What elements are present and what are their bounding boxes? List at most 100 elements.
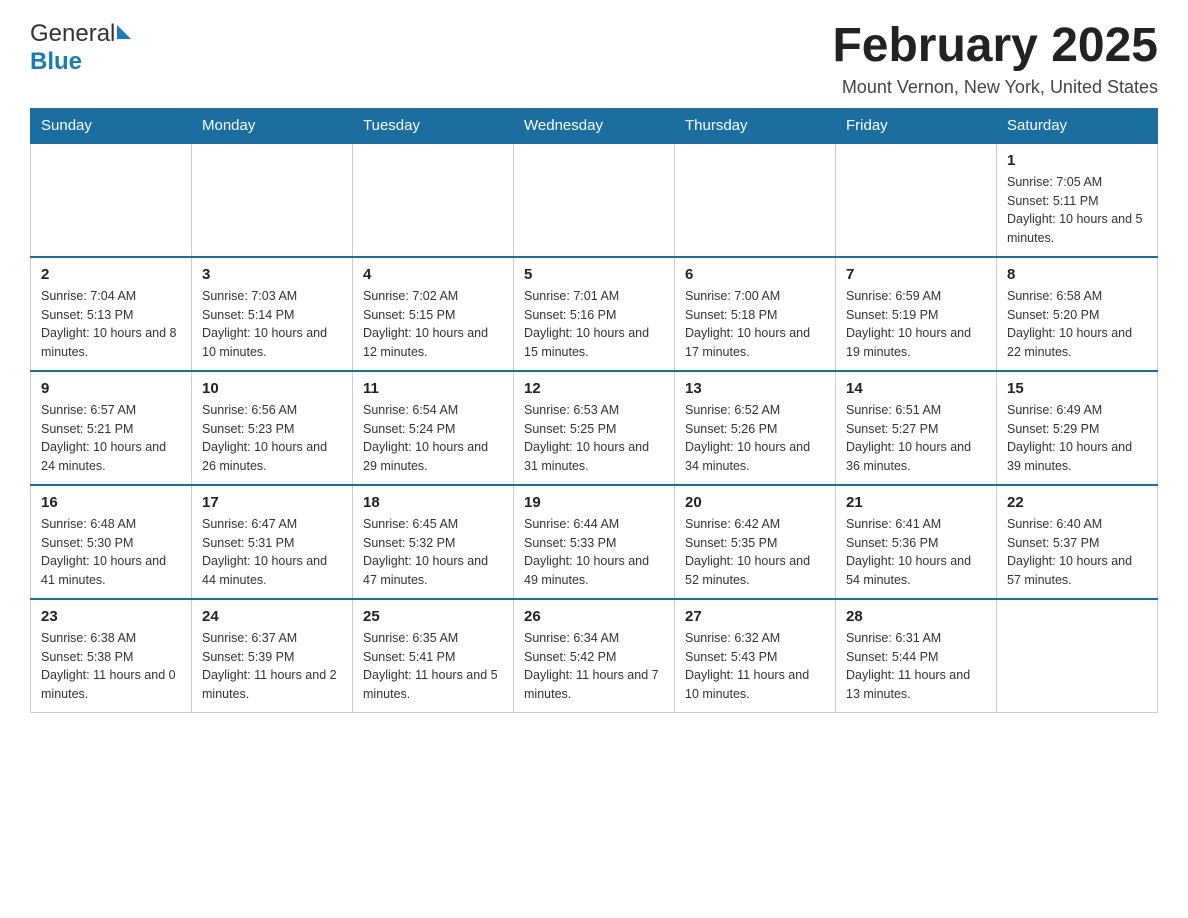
day-number: 16 bbox=[41, 494, 181, 511]
calendar-cell bbox=[836, 143, 997, 257]
calendar-cell: 12 Sunrise: 6:53 AMSunset: 5:25 PMDayligh… bbox=[514, 371, 675, 485]
calendar-cell: 2 Sunrise: 7:04 AMSunset: 5:13 PMDaylight… bbox=[31, 257, 192, 371]
day-info: Sunrise: 6:38 AMSunset: 5:38 PMDaylight:… bbox=[41, 629, 181, 704]
calendar-cell: 9 Sunrise: 6:57 AMSunset: 5:21 PMDaylight… bbox=[31, 371, 192, 485]
col-friday: Friday bbox=[836, 108, 997, 143]
day-info: Sunrise: 6:57 AMSunset: 5:21 PMDaylight:… bbox=[41, 401, 181, 476]
day-info: Sunrise: 6:58 AMSunset: 5:20 PMDaylight:… bbox=[1007, 287, 1147, 362]
calendar-cell: 21 Sunrise: 6:41 AMSunset: 5:36 PMDayligh… bbox=[836, 485, 997, 599]
day-info: Sunrise: 6:37 AMSunset: 5:39 PMDaylight:… bbox=[202, 629, 342, 704]
day-info: Sunrise: 6:56 AMSunset: 5:23 PMDaylight:… bbox=[202, 401, 342, 476]
calendar-cell: 19Sunrise: 6:44 AMSunset: 5:33 PMDayligh… bbox=[514, 485, 675, 599]
calendar-cell: 25 Sunrise: 6:35 AMSunset: 5:41 PMDayligh… bbox=[353, 599, 514, 713]
calendar-cell: 20 Sunrise: 6:42 AMSunset: 5:35 PMDayligh… bbox=[675, 485, 836, 599]
day-number: 11 bbox=[363, 380, 503, 397]
calendar-cell: 13 Sunrise: 6:52 AMSunset: 5:26 PMDayligh… bbox=[675, 371, 836, 485]
day-number: 9 bbox=[41, 380, 181, 397]
day-info: Sunrise: 6:42 AMSunset: 5:35 PMDaylight:… bbox=[685, 515, 825, 590]
day-info: Sunrise: 7:00 AMSunset: 5:18 PMDaylight:… bbox=[685, 287, 825, 362]
calendar-cell: 26Sunrise: 6:34 AMSunset: 5:42 PMDayligh… bbox=[514, 599, 675, 713]
col-sunday: Sunday bbox=[31, 108, 192, 143]
day-number: 18 bbox=[363, 494, 503, 511]
col-saturday: Saturday bbox=[997, 108, 1158, 143]
calendar-cell bbox=[31, 143, 192, 257]
month-title: February 2025 bbox=[832, 20, 1158, 73]
day-number: 28 bbox=[846, 608, 986, 625]
day-info: Sunrise: 6:54 AMSunset: 5:24 PMDaylight:… bbox=[363, 401, 503, 476]
calendar-cell bbox=[353, 143, 514, 257]
day-number: 4 bbox=[363, 266, 503, 283]
calendar-week-row: 1 Sunrise: 7:05 AMSunset: 5:11 PMDaylight… bbox=[31, 143, 1158, 257]
calendar-cell: 8 Sunrise: 6:58 AMSunset: 5:20 PMDaylight… bbox=[997, 257, 1158, 371]
day-number: 13 bbox=[685, 380, 825, 397]
day-number: 23 bbox=[41, 608, 181, 625]
col-tuesday: Tuesday bbox=[353, 108, 514, 143]
day-info: Sunrise: 7:04 AMSunset: 5:13 PMDaylight:… bbox=[41, 287, 181, 362]
calendar-cell: 3Sunrise: 7:03 AMSunset: 5:14 PMDaylight… bbox=[192, 257, 353, 371]
title-section: February 2025 Mount Vernon, New York, Un… bbox=[832, 20, 1158, 98]
calendar-cell bbox=[514, 143, 675, 257]
calendar-cell: 1 Sunrise: 7:05 AMSunset: 5:11 PMDaylight… bbox=[997, 143, 1158, 257]
calendar-cell: 28 Sunrise: 6:31 AMSunset: 5:44 PMDayligh… bbox=[836, 599, 997, 713]
day-info: Sunrise: 7:02 AMSunset: 5:15 PMDaylight:… bbox=[363, 287, 503, 362]
calendar-cell: 5 Sunrise: 7:01 AMSunset: 5:16 PMDaylight… bbox=[514, 257, 675, 371]
day-number: 7 bbox=[846, 266, 986, 283]
calendar-cell: 4 Sunrise: 7:02 AMSunset: 5:15 PMDaylight… bbox=[353, 257, 514, 371]
day-info: Sunrise: 6:48 AMSunset: 5:30 PMDaylight:… bbox=[41, 515, 181, 590]
logo-blue: Blue bbox=[30, 48, 82, 75]
calendar-cell bbox=[192, 143, 353, 257]
day-info: Sunrise: 6:45 AMSunset: 5:32 PMDaylight:… bbox=[363, 515, 503, 590]
day-info: Sunrise: 7:01 AMSunset: 5:16 PMDaylight:… bbox=[524, 287, 664, 362]
calendar-cell: 23 Sunrise: 6:38 AMSunset: 5:38 PMDayligh… bbox=[31, 599, 192, 713]
day-number: 27 bbox=[685, 608, 825, 625]
day-number: 25 bbox=[363, 608, 503, 625]
day-number: 14 bbox=[846, 380, 986, 397]
day-number: 6 bbox=[685, 266, 825, 283]
calendar-week-row: 23 Sunrise: 6:38 AMSunset: 5:38 PMDayligh… bbox=[31, 599, 1158, 713]
day-info: Sunrise: 6:47 AMSunset: 5:31 PMDaylight:… bbox=[202, 515, 342, 590]
day-number: 21 bbox=[846, 494, 986, 511]
day-info: Sunrise: 6:32 AMSunset: 5:43 PMDaylight:… bbox=[685, 629, 825, 704]
day-number: 24 bbox=[202, 608, 342, 625]
day-info: Sunrise: 7:05 AMSunset: 5:11 PMDaylight:… bbox=[1007, 173, 1147, 248]
day-number: 3 bbox=[202, 266, 342, 283]
day-number: 22 bbox=[1007, 494, 1147, 511]
day-number: 8 bbox=[1007, 266, 1147, 283]
calendar-header-row: Sunday Monday Tuesday Wednesday Thursday… bbox=[31, 108, 1158, 143]
calendar-cell: 10 Sunrise: 6:56 AMSunset: 5:23 PMDayligh… bbox=[192, 371, 353, 485]
day-info: Sunrise: 6:31 AMSunset: 5:44 PMDaylight:… bbox=[846, 629, 986, 704]
calendar-week-row: 2 Sunrise: 7:04 AMSunset: 5:13 PMDaylight… bbox=[31, 257, 1158, 371]
logo-general: General bbox=[30, 20, 115, 48]
logo: General Blue bbox=[30, 20, 131, 76]
day-number: 1 bbox=[1007, 152, 1147, 169]
day-info: Sunrise: 6:35 AMSunset: 5:41 PMDaylight:… bbox=[363, 629, 503, 704]
calendar-cell: 27 Sunrise: 6:32 AMSunset: 5:43 PMDayligh… bbox=[675, 599, 836, 713]
calendar-cell: 11 Sunrise: 6:54 AMSunset: 5:24 PMDayligh… bbox=[353, 371, 514, 485]
col-monday: Monday bbox=[192, 108, 353, 143]
calendar-cell: 18 Sunrise: 6:45 AMSunset: 5:32 PMDayligh… bbox=[353, 485, 514, 599]
calendar-cell: 24 Sunrise: 6:37 AMSunset: 5:39 PMDayligh… bbox=[192, 599, 353, 713]
day-number: 17 bbox=[202, 494, 342, 511]
day-info: Sunrise: 6:40 AMSunset: 5:37 PMDaylight:… bbox=[1007, 515, 1147, 590]
calendar-cell: 14 Sunrise: 6:51 AMSunset: 5:27 PMDayligh… bbox=[836, 371, 997, 485]
day-info: Sunrise: 6:44 AMSunset: 5:33 PMDaylight:… bbox=[524, 515, 664, 590]
day-number: 5 bbox=[524, 266, 664, 283]
day-number: 12 bbox=[524, 380, 664, 397]
calendar-cell: 7Sunrise: 6:59 AMSunset: 5:19 PMDaylight… bbox=[836, 257, 997, 371]
day-info: Sunrise: 6:51 AMSunset: 5:27 PMDaylight:… bbox=[846, 401, 986, 476]
day-number: 20 bbox=[685, 494, 825, 511]
calendar-cell: 17 Sunrise: 6:47 AMSunset: 5:31 PMDayligh… bbox=[192, 485, 353, 599]
day-number: 2 bbox=[41, 266, 181, 283]
day-number: 10 bbox=[202, 380, 342, 397]
calendar-cell: 15Sunrise: 6:49 AMSunset: 5:29 PMDayligh… bbox=[997, 371, 1158, 485]
calendar-table: Sunday Monday Tuesday Wednesday Thursday… bbox=[30, 108, 1158, 713]
day-info: Sunrise: 6:41 AMSunset: 5:36 PMDaylight:… bbox=[846, 515, 986, 590]
calendar-cell: 22 Sunrise: 6:40 AMSunset: 5:37 PMDayligh… bbox=[997, 485, 1158, 599]
location: Mount Vernon, New York, United States bbox=[832, 77, 1158, 98]
day-info: Sunrise: 6:52 AMSunset: 5:26 PMDaylight:… bbox=[685, 401, 825, 476]
day-info: Sunrise: 6:53 AMSunset: 5:25 PMDaylight:… bbox=[524, 401, 664, 476]
calendar-cell: 6 Sunrise: 7:00 AMSunset: 5:18 PMDaylight… bbox=[675, 257, 836, 371]
day-number: 26 bbox=[524, 608, 664, 625]
logo-triangle-icon bbox=[117, 25, 131, 39]
calendar-cell bbox=[997, 599, 1158, 713]
